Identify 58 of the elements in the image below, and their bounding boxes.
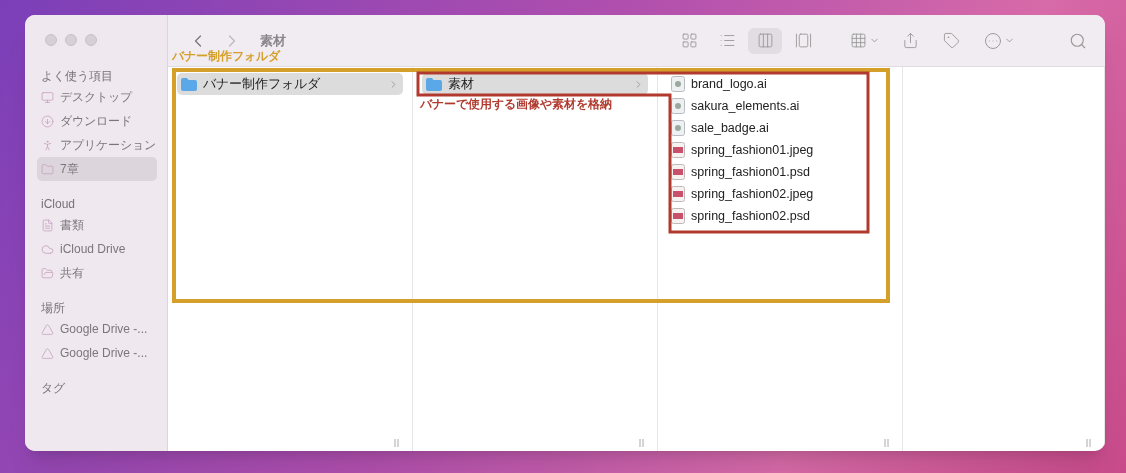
annotation-label: バナー制作フォルダ: [172, 48, 280, 65]
list-icon: [718, 32, 736, 49]
file-row[interactable]: spring_fashion02.psd: [667, 205, 893, 227]
download-icon: [41, 114, 54, 128]
file-row[interactable]: sakura_elements.ai: [667, 95, 893, 117]
sidebar-item[interactable]: 書類: [37, 213, 157, 237]
monitor-icon: [41, 90, 54, 104]
group-icon: [850, 32, 867, 49]
sidebar-item[interactable]: iCloud Drive: [37, 237, 157, 261]
document-icon: [41, 218, 54, 232]
file-icon: [671, 76, 685, 92]
column-resize-handle-icon[interactable]: [639, 439, 644, 447]
tag-icon: [943, 32, 960, 49]
column-resize-handle-icon[interactable]: [884, 439, 889, 447]
cloud-icon: [41, 242, 54, 256]
file-row[interactable]: バナー制作フォルダ: [177, 73, 403, 95]
drive-icon: [41, 322, 54, 336]
apps-icon: [41, 138, 54, 152]
column-resize-handle-icon[interactable]: [394, 439, 399, 447]
share-icon: [902, 32, 919, 49]
sidebar-section-title: 場所: [40, 300, 66, 317]
sidebar-section-title: iCloud: [40, 196, 77, 213]
file-row[interactable]: spring_fashion02.jpeg: [667, 183, 893, 205]
grid-icon: [680, 32, 698, 49]
window-control-icon[interactable]: [45, 34, 57, 46]
sidebar-item[interactable]: デスクトップ: [37, 85, 157, 109]
sidebar-item[interactable]: Google Drive -...: [37, 341, 157, 365]
window-title: 素材: [260, 31, 286, 50]
more-icon: [984, 31, 1002, 50]
columns-icon: [756, 32, 774, 49]
file-row[interactable]: sale_badge.ai: [667, 117, 893, 139]
more-button[interactable]: [984, 31, 1015, 50]
shared-folder-icon: [41, 266, 54, 280]
column-resize-handle-icon[interactable]: [1086, 439, 1091, 447]
file-row[interactable]: spring_fashion01.jpeg: [667, 139, 893, 161]
drive-icon: [41, 346, 54, 360]
sidebar-item[interactable]: 共有: [37, 261, 157, 285]
tag-button[interactable]: [943, 32, 960, 49]
sidebar-item[interactable]: Google Drive -...: [37, 317, 157, 341]
file-row[interactable]: spring_fashion01.psd: [667, 161, 893, 183]
gallery-icon: [794, 32, 812, 49]
file-row[interactable]: brand_logo.ai: [667, 73, 893, 95]
sidebar-item[interactable]: アプリケーション: [37, 133, 157, 157]
sidebar-section-title: よく使う項目: [40, 68, 114, 85]
search-icon: [1069, 31, 1087, 50]
folder-icon: [41, 162, 54, 176]
group-button[interactable]: [850, 32, 880, 49]
window-control-icon[interactable]: [65, 34, 77, 46]
folder-icon: [181, 77, 197, 91]
window-control-icon[interactable]: [85, 34, 97, 46]
share-button[interactable]: [902, 32, 919, 49]
sidebar-section-title: タグ: [40, 380, 66, 397]
search-button[interactable]: [1069, 31, 1087, 50]
annotation-label: バナーで使用する画像や素材を格納: [420, 96, 612, 113]
folder-icon: [426, 77, 442, 91]
column-view-button[interactable]: [748, 27, 782, 54]
sidebar-item[interactable]: ダウンロード: [37, 109, 157, 133]
file-row[interactable]: 素材: [422, 73, 648, 95]
